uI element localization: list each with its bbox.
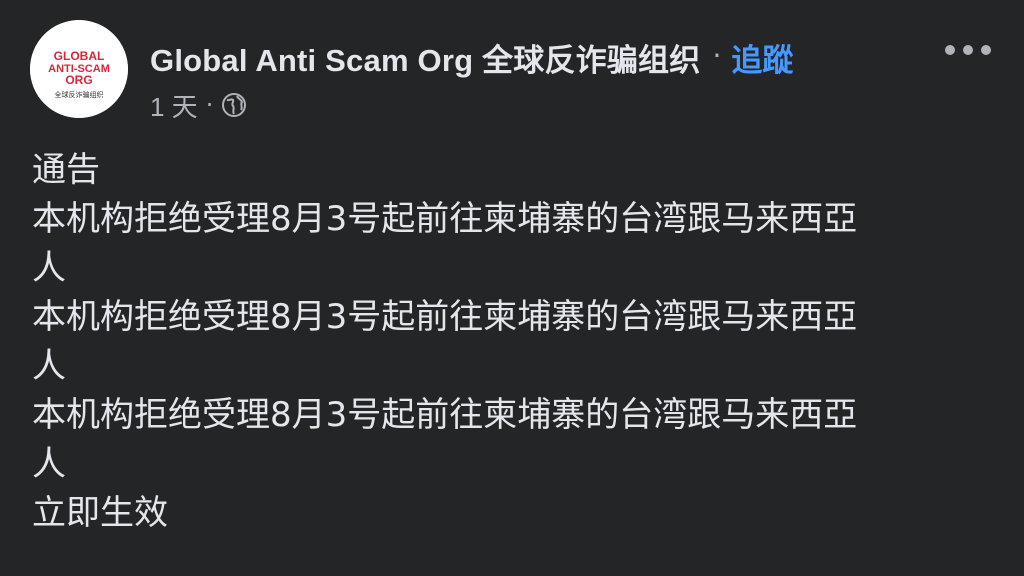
post-timestamp[interactable]: 1 天 [150, 87, 198, 124]
facebook-post: GLOBAL ANTI-SCAM ORG 全球反诈骗组织 Global Anti… [0, 0, 1024, 576]
logo-line-3: ORG [65, 73, 92, 87]
logo-line-1: GLOBAL [54, 49, 105, 63]
meta-separator: · [205, 91, 214, 119]
more-horizontal-icon [945, 45, 991, 55]
follow-button[interactable]: 追蹤 [731, 35, 793, 80]
header-separator: · [712, 38, 722, 72]
author-name[interactable]: Global Anti Scam Org 全球反诈骗组织 [150, 35, 700, 80]
avatar[interactable]: GLOBAL ANTI-SCAM ORG 全球反诈骗组织 [30, 20, 128, 118]
post-text-line: 本机构拒绝受理8月3号起前往柬埔寨的台湾跟马来西亞 [32, 395, 858, 435]
post-text-line: 立即生效 [32, 493, 168, 533]
post-header: Global Anti Scam Org 全球反诈骗组织 · 追蹤 [150, 32, 793, 82]
globe-icon[interactable] [221, 92, 247, 118]
post-text-line: 通告 [32, 150, 100, 190]
post-text-line: 本机构拒绝受理8月3号起前往柬埔寨的台湾跟马来西亞 [32, 297, 858, 337]
post-meta: 1 天 · [150, 86, 247, 124]
post-text-line: 人 [32, 346, 66, 386]
post-text-line: 人 [32, 444, 66, 484]
global-anti-scam-org-logo: GLOBAL ANTI-SCAM ORG 全球反诈骗组织 [30, 20, 128, 118]
logo-subtitle: 全球反诈骗组织 [55, 90, 104, 99]
post-text-line: 本机构拒绝受理8月3号起前往柬埔寨的台湾跟马来西亞 [32, 199, 858, 239]
more-options-button[interactable] [942, 38, 994, 62]
post-text-line: 人 [32, 248, 66, 288]
post-body: 通告 本机构拒绝受理8月3号起前往柬埔寨的台湾跟马来西亞 人 本机构拒绝受理8月… [32, 146, 992, 538]
